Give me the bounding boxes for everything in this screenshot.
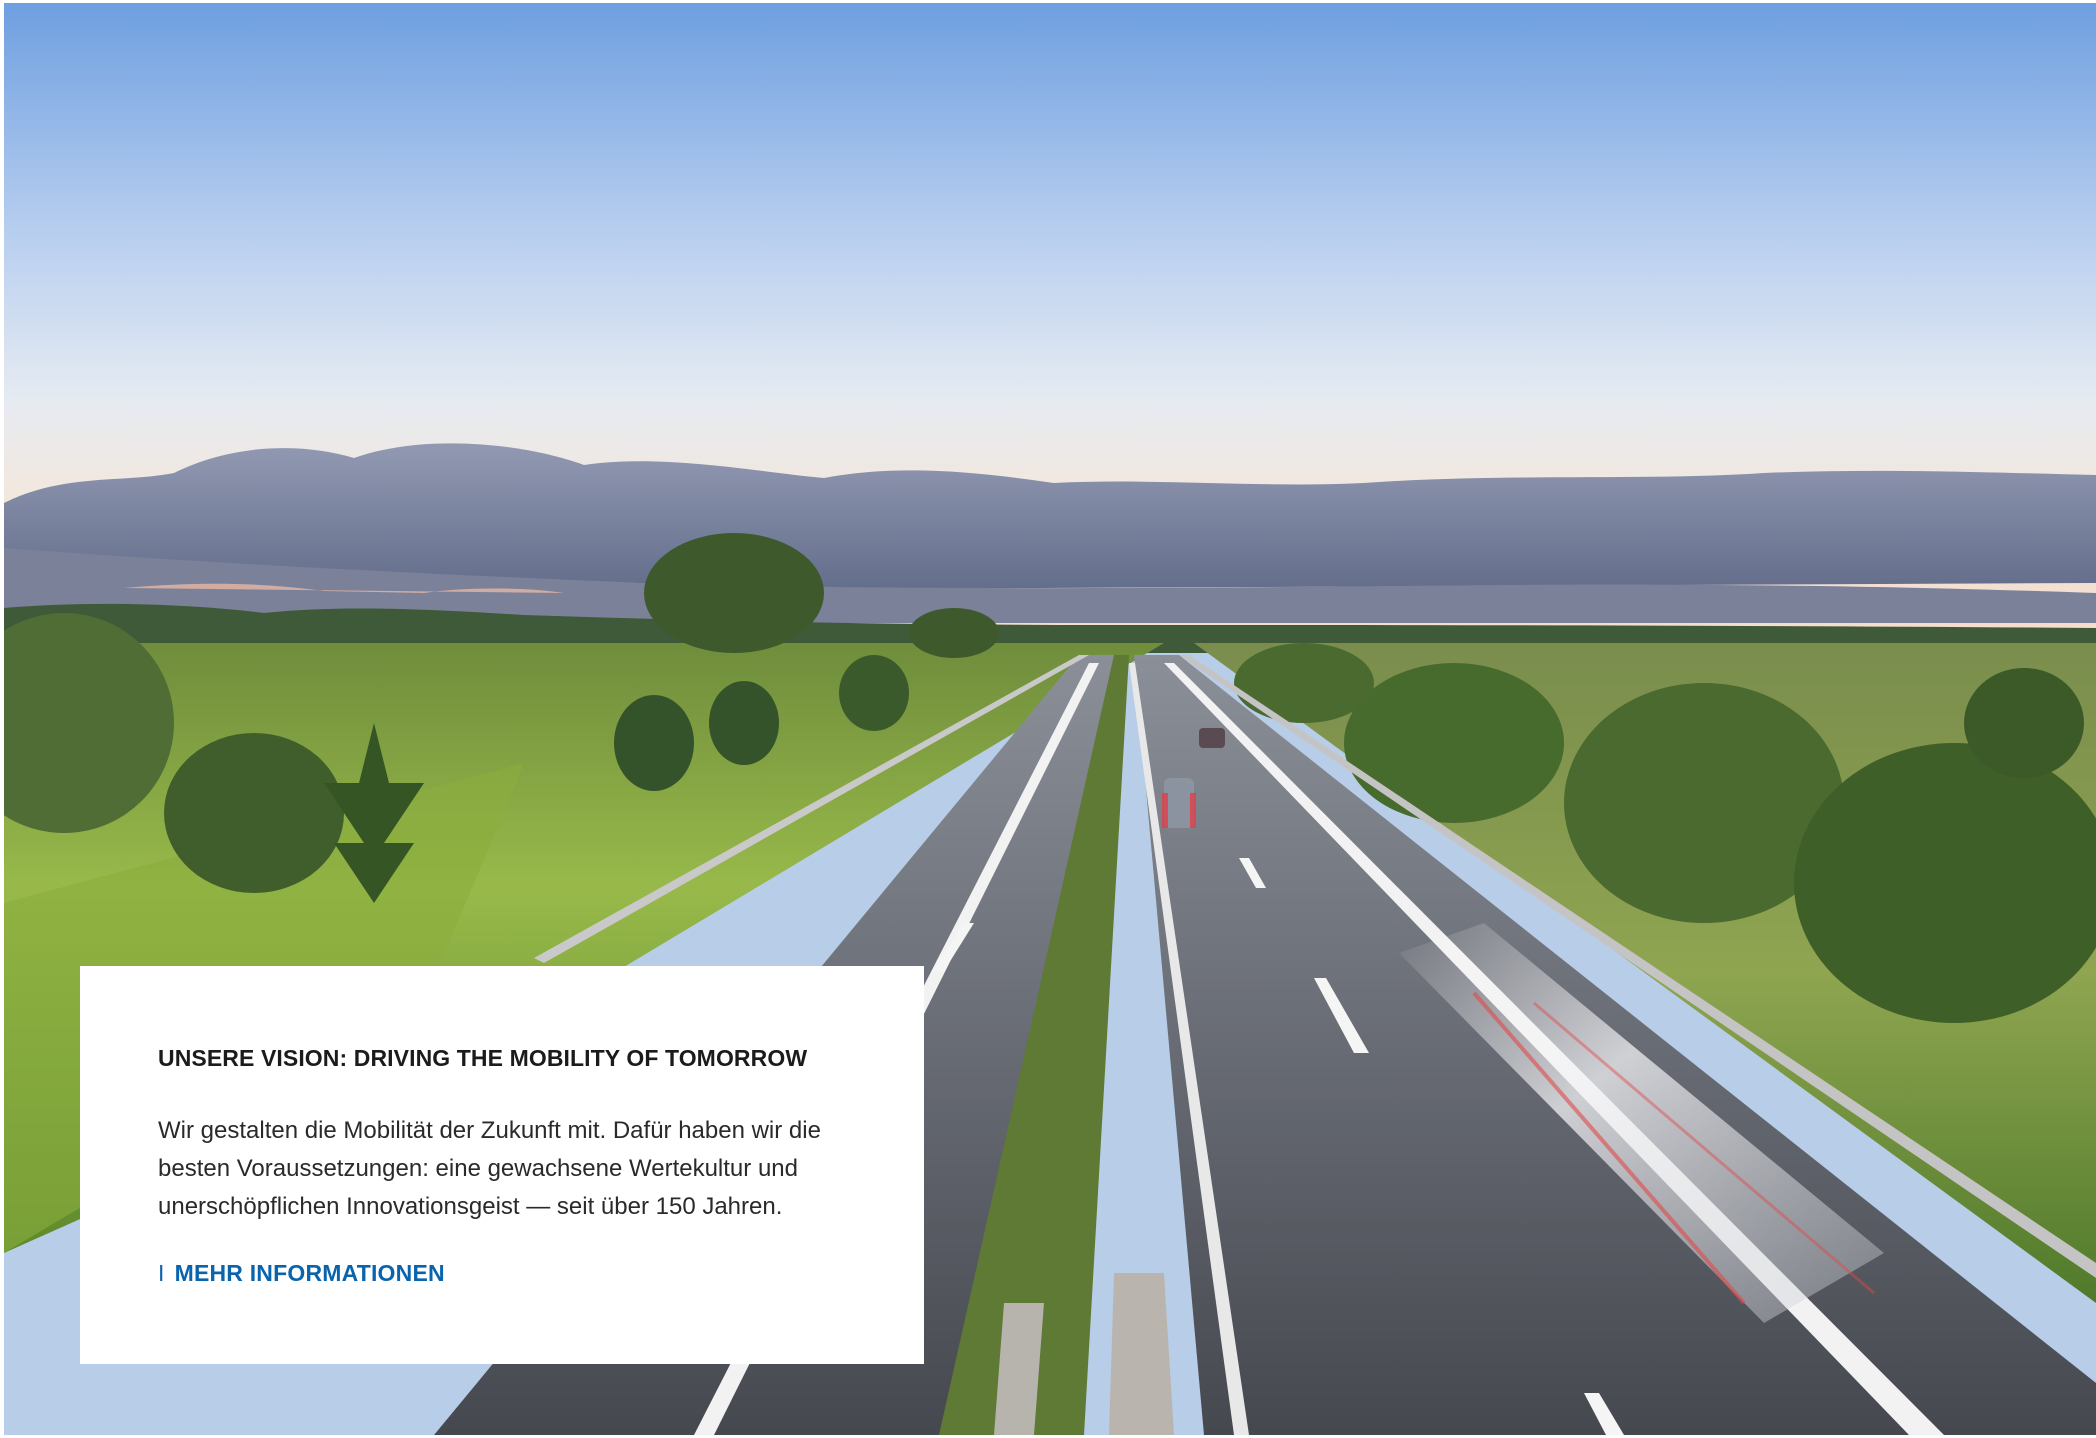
card-description: Wir gestalten die Mobilität der Zukunft … bbox=[158, 1117, 821, 1220]
more-info-label: MEHR INFORMATIONEN bbox=[174, 1260, 445, 1286]
more-info-link[interactable]: I MEHR INFORMATIONEN bbox=[158, 1260, 445, 1287]
card-title: UNSERE VISION: DRIVING THE MOBILITY OF T… bbox=[158, 1045, 808, 1071]
link-marker: I bbox=[158, 1260, 165, 1286]
vision-card: UNSERE VISION: DRIVING THE MOBILITY OF T… bbox=[80, 966, 924, 1364]
